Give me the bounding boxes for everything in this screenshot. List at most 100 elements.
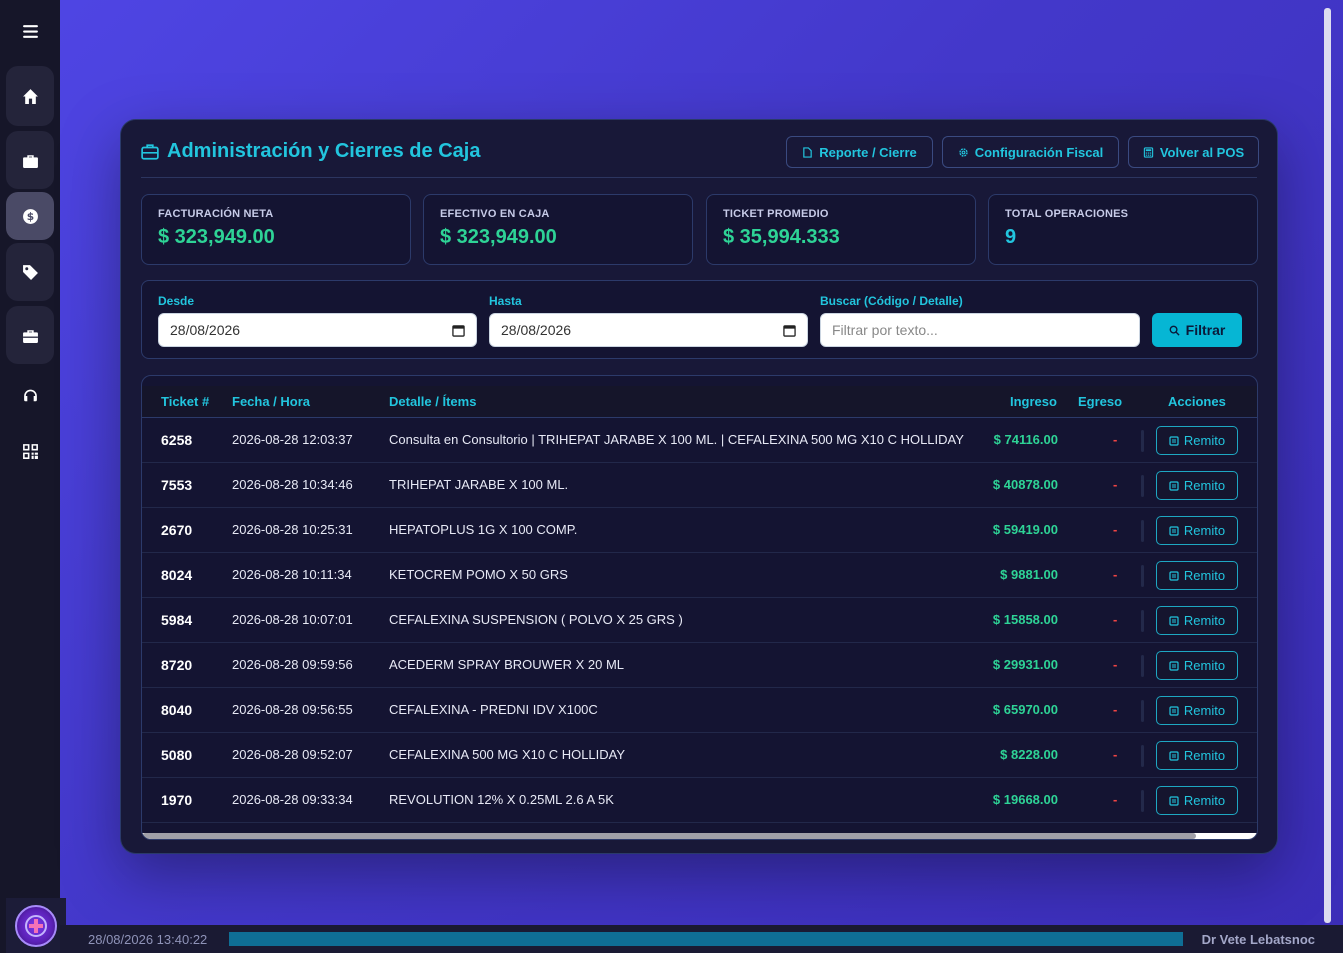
from-date-value: 28/08/2026 <box>170 322 241 338</box>
to-date-input[interactable]: 28/08/2026 <box>489 313 808 347</box>
cell-ingreso: $ 74116.00 <box>993 432 1058 447</box>
remito-button[interactable]: Remito <box>1156 606 1238 635</box>
remito-button[interactable]: Remito <box>1156 561 1238 590</box>
logo-badge <box>15 904 57 947</box>
table-row: 8040 2026-08-28 09:56:55 CEFALEXINA - PRED… <box>142 688 1257 733</box>
cell-detalle: TRIHEPAT JARABE X 100 ML. <box>389 477 569 492</box>
calendar-icon[interactable] <box>783 324 796 337</box>
file-icon <box>803 146 812 158</box>
cell-egreso: - <box>1113 747 1118 762</box>
stat-value: $ 35,994.333 <box>723 226 840 248</box>
row-divider <box>1141 520 1144 542</box>
sidebar-item-home[interactable] <box>6 66 54 126</box>
table-row: 8720 2026-08-28 09:59:56 ACEDERM SPRAY BRO… <box>142 643 1257 688</box>
cell-fecha: 2026-08-28 09:59:56 <box>232 657 353 672</box>
stat-avg-ticket: TICKET PROMEDIO $ 35,994.333 <box>706 194 976 265</box>
cell-ingreso: $ 29931.00 <box>992 657 1058 672</box>
search-icon <box>1169 325 1180 336</box>
table-row: 6258 2026-08-28 12:03:37 Consulta en Consu… <box>142 418 1257 463</box>
row-divider <box>1141 655 1144 677</box>
page-title-text: Administración y Cierres de Caja <box>167 140 481 162</box>
filter-button[interactable]: Filtrar <box>1152 313 1242 347</box>
cell-ticket: 6258 <box>161 432 193 448</box>
cash-admin-panel: Administración y Cierres de Caja Reporte… <box>120 119 1278 854</box>
remito-label: Remito <box>1183 523 1226 538</box>
row-divider <box>1141 790 1144 812</box>
col-ingreso[interactable]: Ingreso <box>1010 394 1057 409</box>
cell-detalle: CEFALEXINA 500 MG X10 C HOLLIDAY <box>389 747 626 762</box>
remito-button[interactable]: Remito <box>1156 471 1238 500</box>
stat-value: 9 <box>1005 226 1017 248</box>
stat-value: $ 323,949.00 <box>158 226 275 248</box>
sidebar-item-tags[interactable] <box>6 243 54 301</box>
cell-egreso: - <box>1113 657 1118 672</box>
remito-label: Remito <box>1183 748 1226 763</box>
col-egreso[interactable]: Egreso <box>1078 394 1122 409</box>
col-ticket[interactable]: Ticket # <box>161 394 209 409</box>
horizontal-scrollbar-thumb[interactable] <box>142 833 1196 839</box>
briefcase-icon <box>22 154 38 168</box>
sidebar-item-qr[interactable] <box>6 426 54 476</box>
to-date-label: Hasta <box>489 294 522 308</box>
sidebar-item-toolbox[interactable] <box>6 306 54 364</box>
report-close-button[interactable]: Reporte / Cierre <box>786 136 933 168</box>
search-placeholder: Filtrar por texto... <box>832 322 938 338</box>
cell-detalle: KETOCREM POMO X 50 GRS <box>389 567 568 582</box>
remito-button[interactable]: Remito <box>1156 786 1238 815</box>
receipt-icon <box>1169 705 1179 716</box>
cell-ingreso: $ 9881.00 <box>1000 567 1058 582</box>
cell-ingreso: $ 40878.00 <box>992 477 1058 492</box>
table-row: 2670 2026-08-28 10:25:31 HEPATOPLUS 1G X 1… <box>142 508 1257 553</box>
row-divider <box>1141 430 1144 452</box>
page-scrollbar[interactable] <box>1324 0 1331 925</box>
cell-ingreso: $ 65970.00 <box>992 702 1058 717</box>
remito-button[interactable]: Remito <box>1156 651 1238 680</box>
remito-label: Remito <box>1183 568 1226 583</box>
cell-detalle: Consulta en Consultorio | TRIHEPAT JARAB… <box>389 432 964 447</box>
receipt-icon <box>1169 570 1179 581</box>
col-detalle[interactable]: Detalle / Ítems <box>389 394 476 409</box>
remito-button[interactable]: Remito <box>1156 516 1238 545</box>
table-header: Ticket # Fecha / Hora Detalle / Ítems In… <box>142 386 1257 418</box>
stat-total-ops: TOTAL OPERACIONES 9 <box>988 194 1258 265</box>
menu-toggle-button[interactable] <box>6 6 54 56</box>
fiscal-config-button[interactable]: Configuración Fiscal <box>942 136 1119 168</box>
headset-icon <box>23 389 37 401</box>
cell-ticket: 5984 <box>161 612 193 628</box>
sidebar-item-briefcase[interactable] <box>6 131 54 189</box>
cell-detalle: ACEDERM SPRAY BROUWER X 20 ML <box>389 657 625 672</box>
sidebar-item-caja[interactable]: $ <box>6 192 54 240</box>
row-divider <box>1141 475 1144 497</box>
calendar-icon[interactable] <box>452 324 465 337</box>
remito-label: Remito <box>1183 613 1226 628</box>
cell-fecha: 2026-08-28 12:03:37 <box>232 432 353 447</box>
stat-value: $ 323,949.00 <box>440 226 557 248</box>
stat-net-billing: FACTURACIÓN NETA $ 323,949.00 <box>141 194 411 265</box>
sidebar-item-support[interactable] <box>6 371 54 421</box>
back-to-pos-button[interactable]: Volver al POS <box>1128 136 1259 168</box>
status-user: Dr Vete Lebatsnoc <box>1201 932 1315 947</box>
remito-label: Remito <box>1183 478 1226 493</box>
from-date-input[interactable]: 28/08/2026 <box>158 313 477 347</box>
remito-button[interactable]: Remito <box>1156 426 1238 455</box>
cell-fecha: 2026-08-28 10:25:31 <box>232 522 353 537</box>
cell-ticket: 1970 <box>161 792 193 808</box>
horizontal-scrollbar[interactable] <box>142 833 1257 839</box>
page-scrollbar-thumb[interactable] <box>1324 8 1331 923</box>
search-input[interactable]: Filtrar por texto... <box>820 313 1140 347</box>
cell-ingreso: $ 8228.00 <box>1000 747 1058 762</box>
cell-ticket: 2670 <box>161 522 193 538</box>
remito-button[interactable]: Remito <box>1156 696 1238 725</box>
remito-label: Remito <box>1183 658 1226 673</box>
col-fecha[interactable]: Fecha / Hora <box>232 394 310 409</box>
stat-label: TICKET PROMEDIO <box>723 208 829 220</box>
cell-ticket: 8040 <box>161 702 193 718</box>
row-divider <box>1141 745 1144 767</box>
cell-ingreso: $ 15858.00 <box>992 612 1058 627</box>
qrcode-icon <box>22 443 38 459</box>
row-divider <box>1141 565 1144 587</box>
table-row: 1970 2026-08-28 09:33:34 REVOLUTION 12% X … <box>142 778 1257 823</box>
remito-button[interactable]: Remito <box>1156 741 1238 770</box>
svg-text:$: $ <box>26 210 33 223</box>
cell-detalle: HEPATOPLUS 1G X 100 COMP. <box>389 522 578 537</box>
